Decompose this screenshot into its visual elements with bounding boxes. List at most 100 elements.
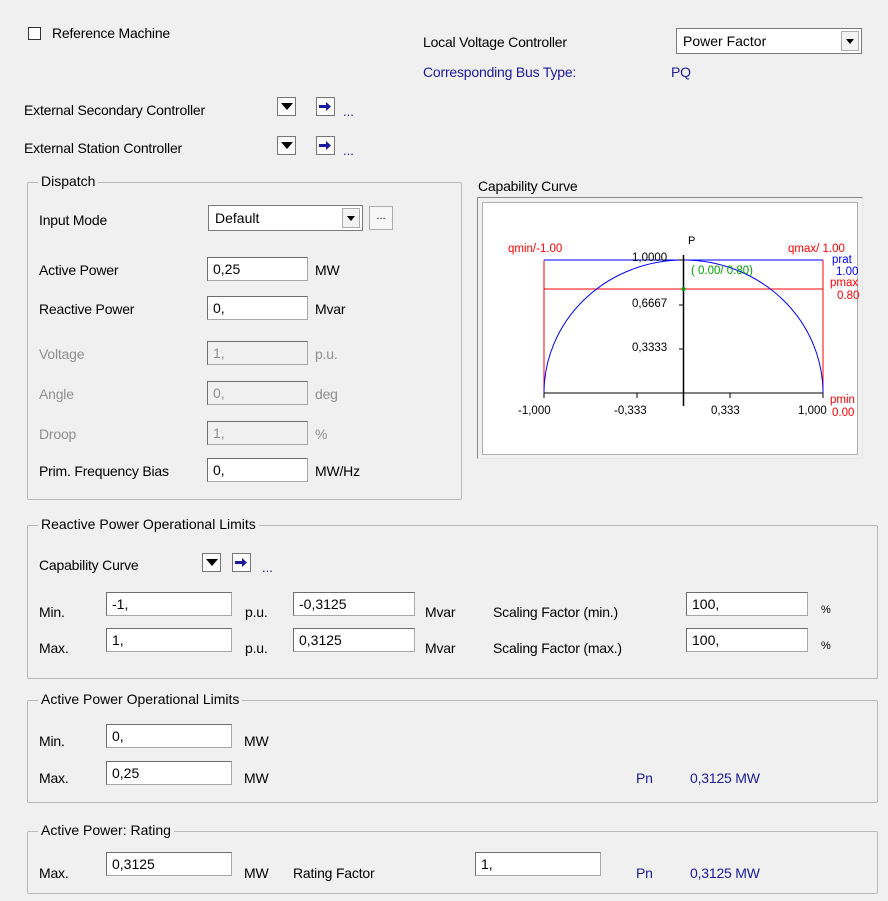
scaling-factor-max-label: Scaling Factor (max.) <box>493 640 622 656</box>
capability-curve-panel: P qmin/-1.00 qmax/ 1.00 prat 1.00 pmax 0… <box>477 197 863 459</box>
reactive-max-label: Max. <box>39 640 69 656</box>
prim-frequency-bias-label: Prim. Frequency Bias <box>39 463 169 479</box>
reactive-max-pu-unit: p.u. <box>245 640 268 656</box>
rating-max-input[interactable]: 0,3125 <box>106 852 232 876</box>
reactive-capability-curve-label: Capability Curve <box>39 557 139 573</box>
y-tick-label: 1,0000 <box>632 252 668 264</box>
arrow-right-icon <box>319 102 331 111</box>
operating-point-marker <box>681 287 686 291</box>
reactive-max-mvar-unit: Mvar <box>425 640 456 656</box>
droop-unit: % <box>315 426 328 442</box>
chevron-down-icon[interactable] <box>841 31 859 51</box>
reactive-max-mvar-input[interactable]: 0,3125 <box>293 628 415 652</box>
active-power-input[interactable]: 0,25 <box>207 257 308 281</box>
ext-station-jump-button[interactable] <box>316 136 335 155</box>
x-tick-label: 1,000 <box>798 405 827 417</box>
active-pn-value: 0,3125 MW <box>690 770 760 786</box>
p-axis-label: P <box>688 235 696 247</box>
reactive-min-pu-input[interactable]: -1, <box>106 592 232 616</box>
pmax-label: pmax <box>830 277 859 289</box>
active-power-label: Active Power <box>39 262 119 278</box>
scaling-factor-max-unit: % <box>821 640 831 652</box>
ext-station-ellipsis[interactable]: ... <box>343 143 354 158</box>
scaling-factor-min-unit: % <box>821 604 831 616</box>
rating-pn-label: Pn <box>636 865 653 881</box>
x-tick-label: 0,333 <box>711 405 740 417</box>
pmin-label: pmin <box>830 394 855 406</box>
angle-unit: deg <box>315 386 338 402</box>
reactive-power-unit: Mvar <box>315 301 346 317</box>
arrow-right-icon <box>319 141 331 150</box>
chevron-down-icon[interactable] <box>342 208 360 228</box>
scaling-factor-min-label: Scaling Factor (min.) <box>493 604 618 620</box>
bus-type-value: PQ <box>671 64 691 80</box>
ext-secondary-select-button[interactable] <box>277 97 296 116</box>
local-voltage-controller-label: Local Voltage Controller <box>423 34 567 50</box>
rating-max-unit: MW <box>244 865 269 881</box>
y-tick-label: 0,6667 <box>632 298 668 310</box>
bus-type-label: Corresponding Bus Type: <box>423 64 577 80</box>
dispatch-title: Dispatch <box>38 173 99 189</box>
rating-pn-value: 0,3125 MW <box>690 865 760 881</box>
reactive-min-pu-unit: p.u. <box>245 604 268 620</box>
voltage-label: Voltage <box>39 346 85 362</box>
angle-label: Angle <box>39 386 74 402</box>
scaling-factor-max-input[interactable]: 100, <box>686 628 808 652</box>
scaling-factor-min-input[interactable]: 100, <box>686 592 808 616</box>
reactive-min-label: Min. <box>39 604 65 620</box>
active-min-label: Min. <box>39 733 65 749</box>
local-voltage-controller-value: Power Factor <box>683 33 767 49</box>
prim-frequency-bias-unit: MW/Hz <box>315 463 360 479</box>
qmin-label: qmin/-1.00 <box>508 243 563 255</box>
pmin-value: 0.00 <box>832 407 855 419</box>
reactive-max-pu-input[interactable]: 1, <box>106 628 232 652</box>
active-max-input[interactable]: 0,25 <box>106 761 232 785</box>
angle-input: 0, <box>207 381 308 405</box>
capability-curve-select-button[interactable] <box>202 553 221 572</box>
voltage-input: 1, <box>207 341 308 365</box>
x-tick-label: -0,333 <box>614 405 647 417</box>
droop-input: 1, <box>207 421 308 445</box>
prat-label: prat <box>832 254 852 266</box>
capability-curve-ellipsis[interactable]: ... <box>262 560 273 575</box>
arrow-right-icon <box>235 558 247 567</box>
active-power-unit: MW <box>315 262 340 278</box>
reactive-limits-title: Reactive Power Operational Limits <box>38 516 259 532</box>
active-max-unit: MW <box>244 770 269 786</box>
x-tick-label: -1,000 <box>518 405 551 417</box>
active-pn-label: Pn <box>636 770 653 786</box>
prim-frequency-bias-input[interactable]: 0, <box>207 458 308 482</box>
input-mode-select[interactable]: Default <box>208 205 363 231</box>
capability-curve-title: Capability Curve <box>478 178 578 194</box>
pmax-value: 0.80 <box>837 290 860 302</box>
active-limits-title: Active Power Operational Limits <box>38 691 243 707</box>
local-voltage-controller-select[interactable]: Power Factor <box>676 28 862 54</box>
active-max-label: Max. <box>39 770 69 786</box>
input-mode-label: Input Mode <box>39 212 108 228</box>
ext-secondary-controller-label: External Secondary Controller <box>24 102 205 118</box>
droop-label: Droop <box>39 426 77 442</box>
operating-point-label: ( 0.00/ 0.80) <box>691 265 754 277</box>
reactive-min-mvar-unit: Mvar <box>425 604 456 620</box>
active-limits-group: Active Power Operational Limits <box>27 691 878 803</box>
reactive-min-mvar-input[interactable]: -0,3125 <box>293 592 415 616</box>
ext-secondary-jump-button[interactable] <box>316 97 335 116</box>
input-mode-value: Default <box>215 210 260 226</box>
active-min-input[interactable]: 0, <box>106 724 232 748</box>
ext-station-select-button[interactable] <box>277 136 296 155</box>
ext-station-controller-label: External Station Controller <box>24 140 183 156</box>
rating-factor-label: Rating Factor <box>293 865 375 881</box>
reactive-power-input[interactable]: 0, <box>207 296 308 320</box>
rating-factor-input[interactable]: 1, <box>475 852 601 876</box>
voltage-unit: p.u. <box>315 346 338 362</box>
reference-machine-checkbox[interactable] <box>28 27 41 40</box>
input-mode-more-button[interactable]: ... <box>369 206 393 230</box>
ext-secondary-ellipsis[interactable]: ... <box>343 104 354 119</box>
reference-machine-label: Reference Machine <box>52 25 170 41</box>
y-tick-label: 0,3333 <box>632 342 668 354</box>
active-min-unit: MW <box>244 733 269 749</box>
rating-title: Active Power: Rating <box>38 822 174 838</box>
rating-max-label: Max. <box>39 865 69 881</box>
capability-curve-jump-button[interactable] <box>232 553 251 572</box>
reactive-power-label: Reactive Power <box>39 301 135 317</box>
